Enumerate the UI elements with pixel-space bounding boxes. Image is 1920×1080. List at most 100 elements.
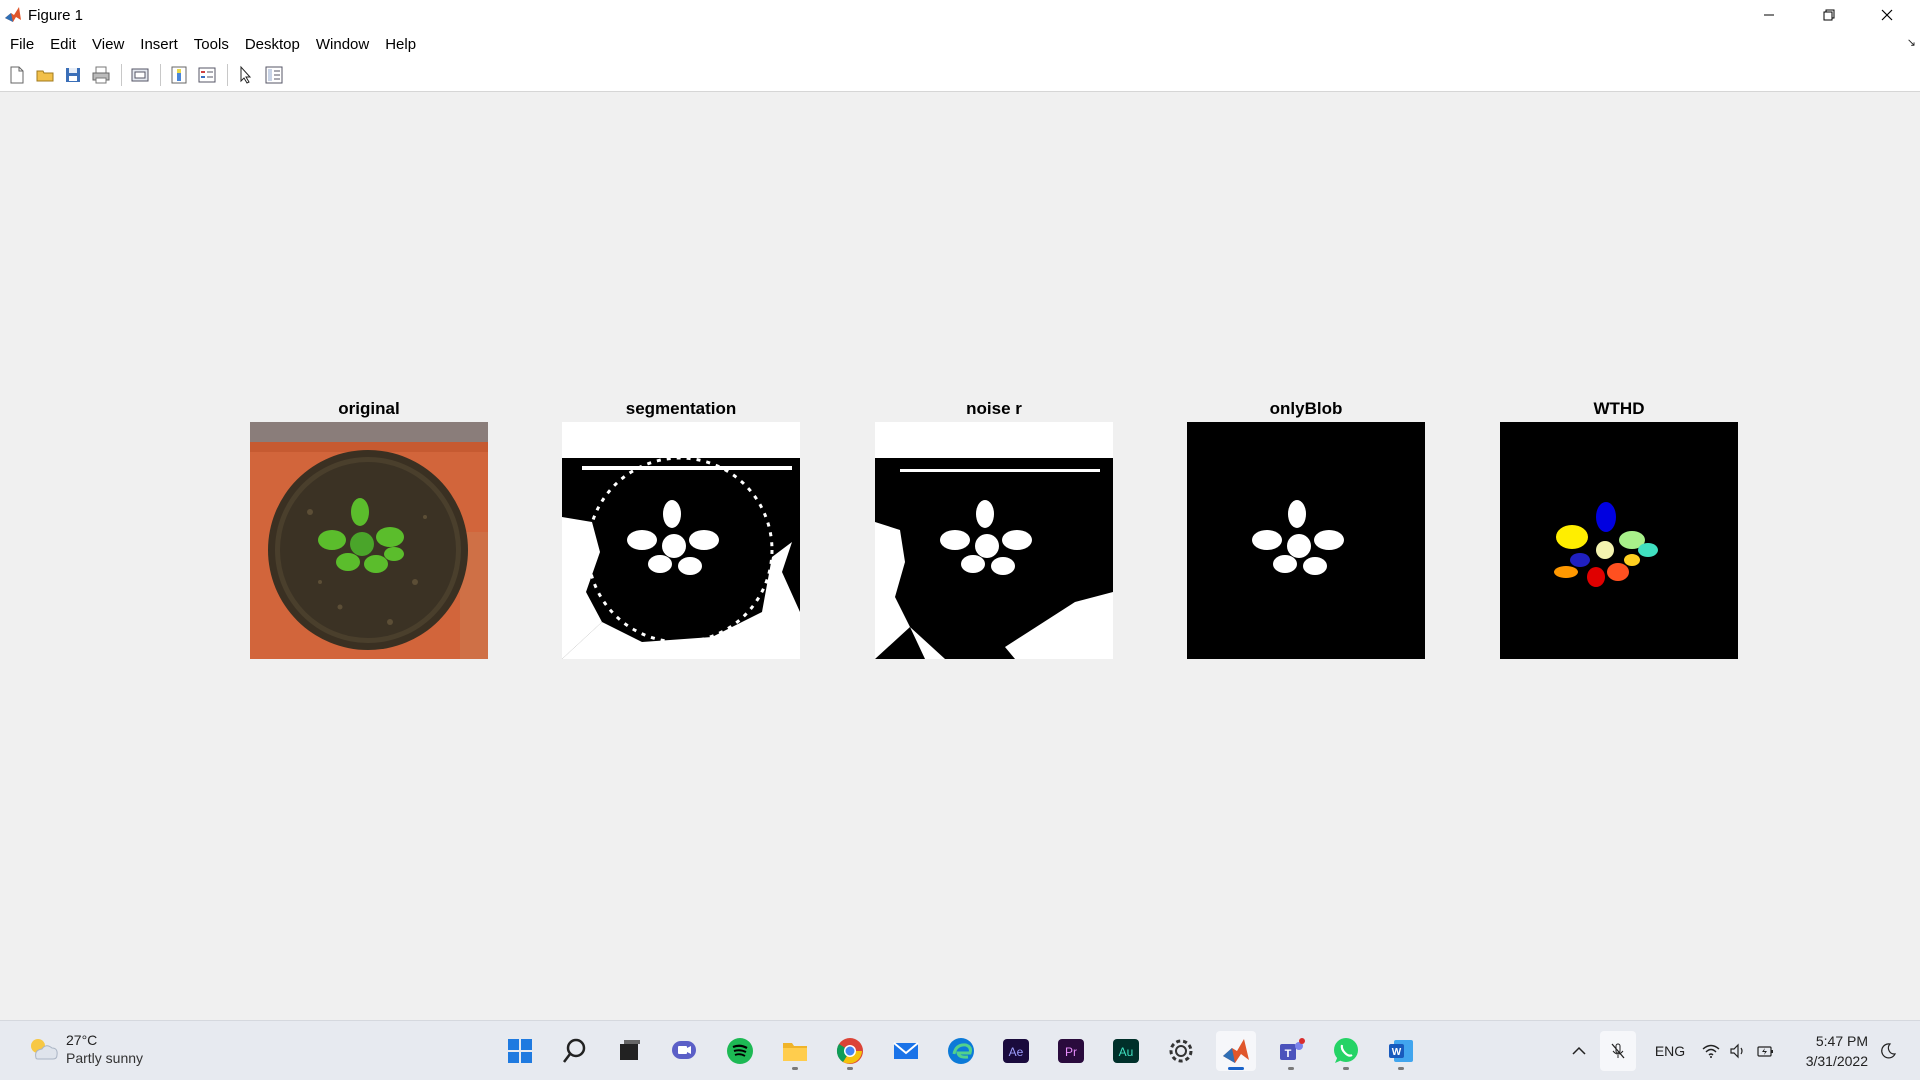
edge-icon [948,1038,974,1064]
menu-desktop[interactable]: Desktop [237,36,308,53]
menu-window[interactable]: Window [308,36,377,53]
menu-tools[interactable]: Tools [186,36,237,53]
matlab-icon [4,6,22,24]
folder-icon [783,1043,807,1061]
menu-insert[interactable]: Insert [132,36,186,53]
battery-button[interactable] [1752,1031,1778,1071]
save-button[interactable] [60,62,86,88]
menu-help[interactable]: Help [377,36,424,53]
premiere-pro-icon: Pr [1058,1039,1084,1063]
start-button[interactable] [500,1031,540,1071]
teams-icon: T [1280,1038,1305,1060]
after-effects-button[interactable]: Ae [996,1031,1036,1071]
premiere-pro-button[interactable]: Pr [1051,1031,1091,1071]
battery-charging-icon [1757,1046,1773,1057]
after-effects-icon: Ae [1003,1039,1029,1063]
insert-legend-icon [198,67,216,82]
gear-icon [1169,1039,1193,1063]
spotify-button[interactable] [720,1031,760,1071]
subplot-title-segmentation: segmentation [625,399,737,418]
link-plot-button[interactable] [127,62,153,88]
segmentation-image [562,422,800,659]
microphone-button[interactable] [1600,1031,1636,1071]
print-button[interactable] [88,62,114,88]
spotify-icon [727,1038,753,1064]
menu-file[interactable]: File [2,36,42,53]
edge-button[interactable] [941,1031,981,1071]
save-icon [66,67,80,82]
edit-plot-button[interactable] [233,62,259,88]
whatsapp-button[interactable] [1326,1031,1366,1071]
running-indicator [1343,1067,1349,1070]
show-hidden-icons-button[interactable] [1564,1031,1594,1071]
settings-button[interactable] [1161,1031,1201,1071]
restore-icon [1823,9,1835,21]
search-button[interactable] [555,1031,595,1071]
toolbar-separator [121,63,122,86]
segmentation-mask [562,422,800,659]
onlyblob-mask [1187,422,1425,659]
word-button[interactable]: W [1381,1031,1421,1071]
word-icon: W [1389,1040,1413,1062]
chrome-button[interactable] [830,1031,870,1071]
windows-start-icon [508,1039,532,1063]
dock-figure-icon[interactable]: ↘ [1907,36,1916,49]
wthd-image [1500,422,1738,659]
teams-button[interactable]: T [1271,1031,1311,1071]
insert-colorbar-icon [171,66,187,83]
partly-sunny-icon [31,1039,58,1060]
notifications-button[interactable] [1874,1031,1902,1071]
subplot-title-original: original [338,399,400,418]
onlyblob-image [1187,422,1425,659]
wthd-segments [1500,422,1738,659]
figure-canvas: original segmentation noise r onlyBlob W… [0,92,1920,1020]
restore-button[interactable] [1800,0,1858,30]
clock-time: 5:47 PM [1815,1033,1868,1049]
property-inspector-icon [265,66,283,83]
open-file-button[interactable] [32,62,58,88]
matlab-taskbar-button[interactable] [1216,1031,1256,1071]
running-indicator [1288,1067,1294,1070]
minimize-button[interactable] [1740,0,1798,30]
print-icon [92,66,110,83]
noise-removed-mask [875,422,1113,659]
language-label: ENG [1654,1043,1686,1059]
whatsapp-icon [1334,1038,1358,1063]
chat-button[interactable] [664,1031,704,1071]
minimize-icon [1764,14,1774,16]
original-image [250,422,488,659]
svg-text:T: T [1285,1048,1292,1060]
wifi-button[interactable] [1698,1031,1724,1071]
file-explorer-button[interactable] [775,1031,815,1071]
new-figure-button[interactable] [4,62,30,88]
close-icon [1881,9,1893,21]
insert-legend-button[interactable] [194,62,220,88]
close-button[interactable] [1858,0,1916,30]
audition-button[interactable]: Au [1106,1031,1146,1071]
volume-button[interactable] [1726,1031,1750,1071]
menu-view[interactable]: View [84,36,132,53]
insert-colorbar-button[interactable] [166,62,192,88]
open-file-icon [36,70,54,81]
wifi-icon [1702,1044,1720,1058]
weather-temp: 27°C [66,1032,98,1048]
toolbar-separator [227,63,228,86]
clock-date: 3/31/2022 [1805,1053,1868,1069]
language-indicator[interactable]: ENG [1648,1031,1692,1071]
mail-button[interactable] [886,1031,926,1071]
clock[interactable]: 5:47 PM 3/31/2022 [1806,1031,1868,1071]
edit-plot-arrow-icon [240,65,252,84]
link-plot-icon [131,68,149,81]
task-view-button[interactable] [609,1031,649,1071]
subplot-title-onlyblob: onlyBlob [1269,399,1343,418]
running-indicator [792,1067,798,1070]
property-inspector-button[interactable] [261,62,287,88]
task-view-icon [620,1040,640,1060]
taskbar: 27°C Partly sunny Ae Pr Au T W ENG 5:47 … [0,1020,1920,1080]
microphone-muted-icon [1611,1043,1625,1059]
mail-icon [893,1042,919,1059]
toolbar-separator [160,63,161,86]
weather-widget[interactable]: 27°C Partly sunny [26,1031,143,1067]
menu-edit[interactable]: Edit [42,36,84,53]
noise-removed-image [875,422,1113,659]
